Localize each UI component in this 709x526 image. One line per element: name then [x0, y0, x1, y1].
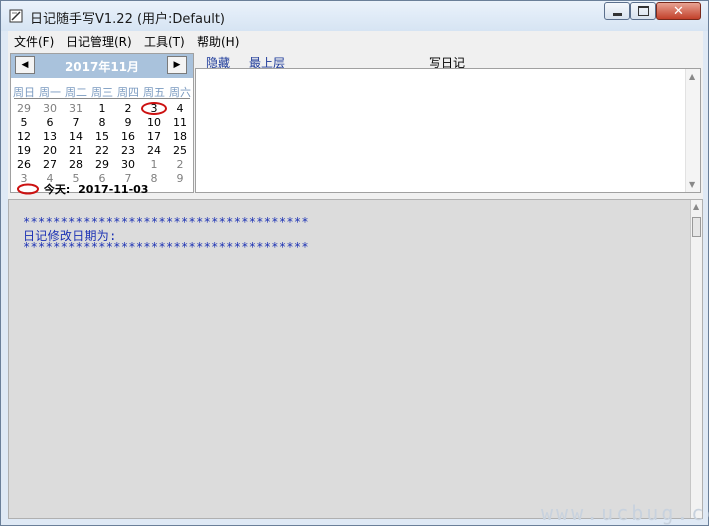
- title-bar[interactable]: 日记随手写V1.22 (用户:Default) ✕: [1, 1, 708, 31]
- calendar-day[interactable]: 25: [167, 144, 193, 157]
- calendar-day[interactable]: 20: [37, 144, 63, 157]
- calendar-day[interactable]: 7: [63, 116, 89, 129]
- minimize-button[interactable]: [604, 2, 630, 20]
- today-date: 2017-11-03: [78, 183, 149, 196]
- calendar-day[interactable]: 23: [115, 144, 141, 157]
- close-button[interactable]: ✕: [656, 2, 701, 20]
- calendar-day[interactable]: 30: [37, 102, 63, 115]
- calendar-day[interactable]: 15: [89, 130, 115, 143]
- scroll-up-icon[interactable]: ▲: [689, 72, 695, 81]
- client-area: ◀ 2017年11月 ▶ 周日 周一 周二 周三 周四 周五 周六 29 30 31…: [8, 50, 703, 519]
- calendar-month-title: 2017年11月: [64, 60, 140, 74]
- calendar-day[interactable]: 29: [89, 158, 115, 171]
- menu-diary-manage[interactable]: 日记管理(R): [66, 33, 132, 50]
- maximize-icon: [637, 6, 649, 16]
- calendar-day[interactable]: 31: [63, 102, 89, 115]
- calendar-day[interactable]: 19: [11, 144, 37, 157]
- calendar-day[interactable]: 1: [89, 102, 115, 115]
- minimize-icon: [612, 12, 622, 16]
- menu-help[interactable]: 帮助(H): [197, 33, 239, 50]
- menu-bar: 文件(F) 日记管理(R) 工具(T) 帮助(H): [8, 31, 703, 51]
- calendar-day[interactable]: 14: [63, 130, 89, 143]
- calendar-day[interactable]: 9: [167, 172, 193, 185]
- diary-toolbar: 隐藏 最上层 写日记: [196, 53, 701, 70]
- maximize-button[interactable]: [630, 2, 656, 20]
- menu-tools[interactable]: 工具(T): [144, 33, 185, 50]
- calendar-day[interactable]: 8: [89, 116, 115, 129]
- calendar-day[interactable]: 10: [141, 116, 167, 129]
- calendar-day[interactable]: 28: [63, 158, 89, 171]
- editor-scroll-thumb[interactable]: [692, 217, 701, 237]
- today-marker-icon: [17, 183, 39, 195]
- calendar-day[interactable]: 29: [11, 102, 37, 115]
- notebook-icon: [9, 9, 23, 23]
- calendar-day[interactable]: 1: [141, 158, 167, 171]
- next-month-button[interactable]: ▶: [167, 56, 187, 74]
- calendar-day[interactable]: 2: [167, 158, 193, 171]
- calendar-day[interactable]: 27: [37, 158, 63, 171]
- calendar-day[interactable]: 4: [167, 102, 193, 115]
- today-row[interactable]: 今天: 2017-11-03: [16, 181, 148, 197]
- calendar-day[interactable]: 9: [115, 116, 141, 129]
- calendar-day[interactable]: 17: [141, 130, 167, 143]
- calendar-day[interactable]: 13: [37, 130, 63, 143]
- scroll-down-icon[interactable]: ▼: [689, 180, 695, 189]
- calendar-day[interactable]: 2: [115, 102, 141, 115]
- calendar-day[interactable]: 30: [115, 158, 141, 171]
- menu-file[interactable]: 文件(F): [14, 33, 54, 50]
- calendar-day[interactable]: 24: [141, 144, 167, 157]
- calendar-day[interactable]: 18: [167, 130, 193, 143]
- main-window: 日记随手写V1.22 (用户:Default) ✕ 文件(F) 日记管理(R) …: [0, 0, 709, 526]
- close-icon: ✕: [673, 3, 684, 19]
- calendar-day[interactable]: 16: [115, 130, 141, 143]
- editor-scrollbar[interactable]: ▲: [690, 200, 702, 518]
- calendar-day[interactable]: 26: [11, 158, 37, 171]
- editor-scroll-up-icon[interactable]: ▲: [693, 202, 699, 211]
- calendar-day-selected[interactable]: 3: [141, 102, 167, 115]
- today-label: 今天:: [43, 183, 71, 196]
- window-title: 日记随手写V1.22 (用户:Default): [30, 12, 225, 27]
- diary-editor[interactable]: ************************************** 日…: [8, 199, 703, 519]
- calendar-day[interactable]: 22: [89, 144, 115, 157]
- calendar-header: ◀ 2017年11月 ▶: [11, 54, 193, 78]
- calendar-day[interactable]: 6: [37, 116, 63, 129]
- list-scrollbar[interactable]: ▲ ▼: [685, 69, 700, 192]
- calendar-day[interactable]: 11: [167, 116, 193, 129]
- editor-separator-bottom: **************************************: [23, 240, 309, 254]
- diary-list-panel[interactable]: ▲ ▼: [195, 68, 701, 193]
- calendar-day[interactable]: 5: [11, 116, 37, 129]
- calendar-day[interactable]: 12: [11, 130, 37, 143]
- calendar: ◀ 2017年11月 ▶ 周日 周一 周二 周三 周四 周五 周六 29 30 31…: [10, 53, 194, 196]
- weekday-divider: [14, 98, 190, 99]
- watermark: www.ucbug.cc: [541, 501, 709, 525]
- calendar-day[interactable]: 21: [63, 144, 89, 157]
